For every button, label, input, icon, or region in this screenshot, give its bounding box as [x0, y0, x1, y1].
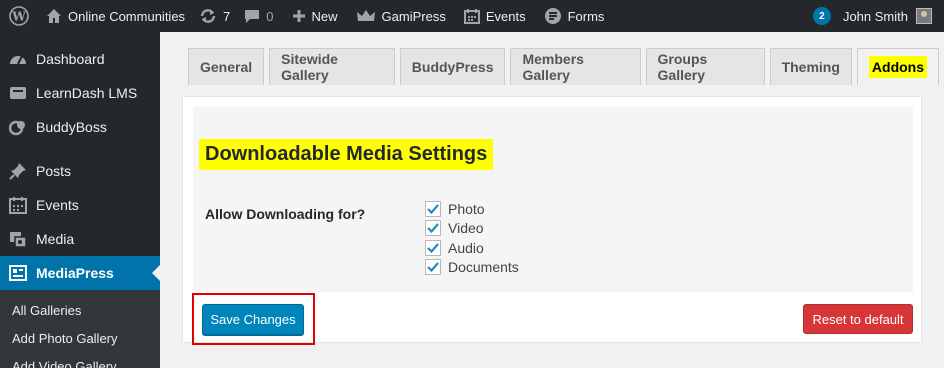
documents-checkbox[interactable]	[425, 259, 441, 276]
submenu-add-video-gallery[interactable]: Add Video Gallery	[0, 352, 160, 368]
settings-tabs: General Sitewide Gallery BuddyPress Memb…	[188, 48, 944, 85]
save-changes-button[interactable]: Save Changes	[202, 304, 304, 335]
tab-buddypress[interactable]: BuddyPress	[399, 48, 506, 85]
allow-downloading-label: Allow Downloading for?	[205, 206, 366, 222]
video-checkbox[interactable]	[425, 220, 441, 237]
sidebar-item-label: LearnDash LMS	[36, 85, 138, 101]
sidebar-item-posts[interactable]: Posts	[0, 154, 160, 188]
sidebar-item-label: Dashboard	[36, 51, 105, 67]
tab-theming[interactable]: Theming	[769, 48, 852, 85]
learndash-icon	[8, 83, 28, 103]
pin-icon	[8, 161, 28, 181]
tab-sitewide-gallery[interactable]: Sitewide Gallery	[269, 48, 395, 85]
sidebar-item-label: MediaPress	[36, 265, 114, 281]
sidebar-item-learndash[interactable]: LearnDash LMS	[0, 76, 160, 110]
updates-link[interactable]: 7	[199, 0, 230, 32]
plus-icon	[292, 9, 306, 23]
site-name-link[interactable]: Online Communities	[46, 0, 185, 32]
tab-groups-gallery[interactable]: Groups Gallery	[645, 48, 765, 85]
sidebar-item-buddyboss[interactable]: BuddyBoss	[0, 110, 160, 144]
reset-to-default-button[interactable]: Reset to default	[803, 304, 913, 334]
admin-sidebar: Dashboard LearnDash LMS BuddyBoss Posts …	[0, 32, 160, 368]
events-link[interactable]: Events	[463, 0, 526, 32]
download-options: Photo Video Audio Documents	[425, 199, 519, 277]
tab-addons[interactable]: Addons	[856, 48, 940, 85]
media-icon	[8, 229, 28, 249]
sidebar-item-label: Events	[36, 197, 79, 213]
user-name[interactable]: John Smith	[843, 9, 908, 24]
calendar-icon	[463, 8, 480, 24]
crown-icon	[356, 8, 376, 24]
admin-bar: W Online Communities 7 0 New GamiPress E…	[0, 0, 944, 32]
sidebar-item-mediapress[interactable]: MediaPress	[0, 256, 160, 290]
sidebar-item-dashboard[interactable]: Dashboard	[0, 42, 160, 76]
sidebar-item-events[interactable]: Events	[0, 188, 160, 222]
dashboard-icon	[8, 49, 28, 69]
sidebar-item-label: Media	[36, 231, 75, 247]
sidebar-item-media[interactable]: Media	[0, 222, 160, 256]
settings-section: Downloadable Media Settings Allow Downlo…	[193, 107, 913, 292]
option-audio[interactable]: Audio	[425, 238, 519, 258]
avatar[interactable]	[916, 8, 932, 24]
option-photo[interactable]: Photo	[425, 199, 519, 219]
tab-general[interactable]: General	[188, 48, 265, 85]
option-documents[interactable]: Documents	[425, 258, 519, 278]
calendar-icon	[8, 195, 28, 215]
comments-link[interactable]: 0	[244, 0, 274, 32]
svg-text:W: W	[11, 10, 26, 24]
tab-members-gallery[interactable]: Members Gallery	[510, 48, 641, 85]
option-video[interactable]: Video	[425, 219, 519, 239]
gamipress-link[interactable]: GamiPress	[356, 0, 446, 32]
gallery-icon	[8, 263, 28, 283]
comments-count: 0	[266, 8, 274, 24]
sidebar-item-label: BuddyBoss	[36, 119, 107, 135]
new-content-link[interactable]: New	[292, 0, 338, 32]
notifications-badge[interactable]: 2	[812, 7, 831, 25]
option-label: Audio	[448, 239, 484, 256]
sidebar-item-label: Posts	[36, 163, 72, 179]
submenu-all-galleries[interactable]: All Galleries	[0, 296, 160, 324]
forms-label: Forms	[567, 8, 605, 24]
mediapress-submenu: All Galleries Add Photo Gallery Add Vide…	[0, 290, 160, 368]
updates-icon	[199, 7, 217, 25]
forms-icon	[544, 7, 562, 25]
site-name: Online Communities	[68, 8, 186, 24]
audio-checkbox[interactable]	[425, 239, 441, 256]
home-icon	[46, 8, 62, 24]
option-label: Video	[448, 220, 484, 237]
submenu-add-photo-gallery[interactable]: Add Photo Gallery	[0, 324, 160, 352]
gamipress-label: GamiPress	[381, 8, 446, 24]
forms-link[interactable]: Forms	[544, 0, 605, 32]
section-title: Downloadable Media Settings	[199, 139, 494, 170]
buddyboss-icon	[8, 117, 28, 137]
comment-icon	[244, 8, 260, 24]
events-label: Events	[485, 8, 526, 24]
wordpress-logo-icon[interactable]: W	[2, 0, 36, 32]
option-label: Documents	[448, 259, 519, 276]
photo-checkbox[interactable]	[425, 200, 441, 217]
new-label: New	[311, 8, 338, 24]
option-label: Photo	[448, 200, 485, 217]
updates-count: 7	[223, 8, 231, 24]
